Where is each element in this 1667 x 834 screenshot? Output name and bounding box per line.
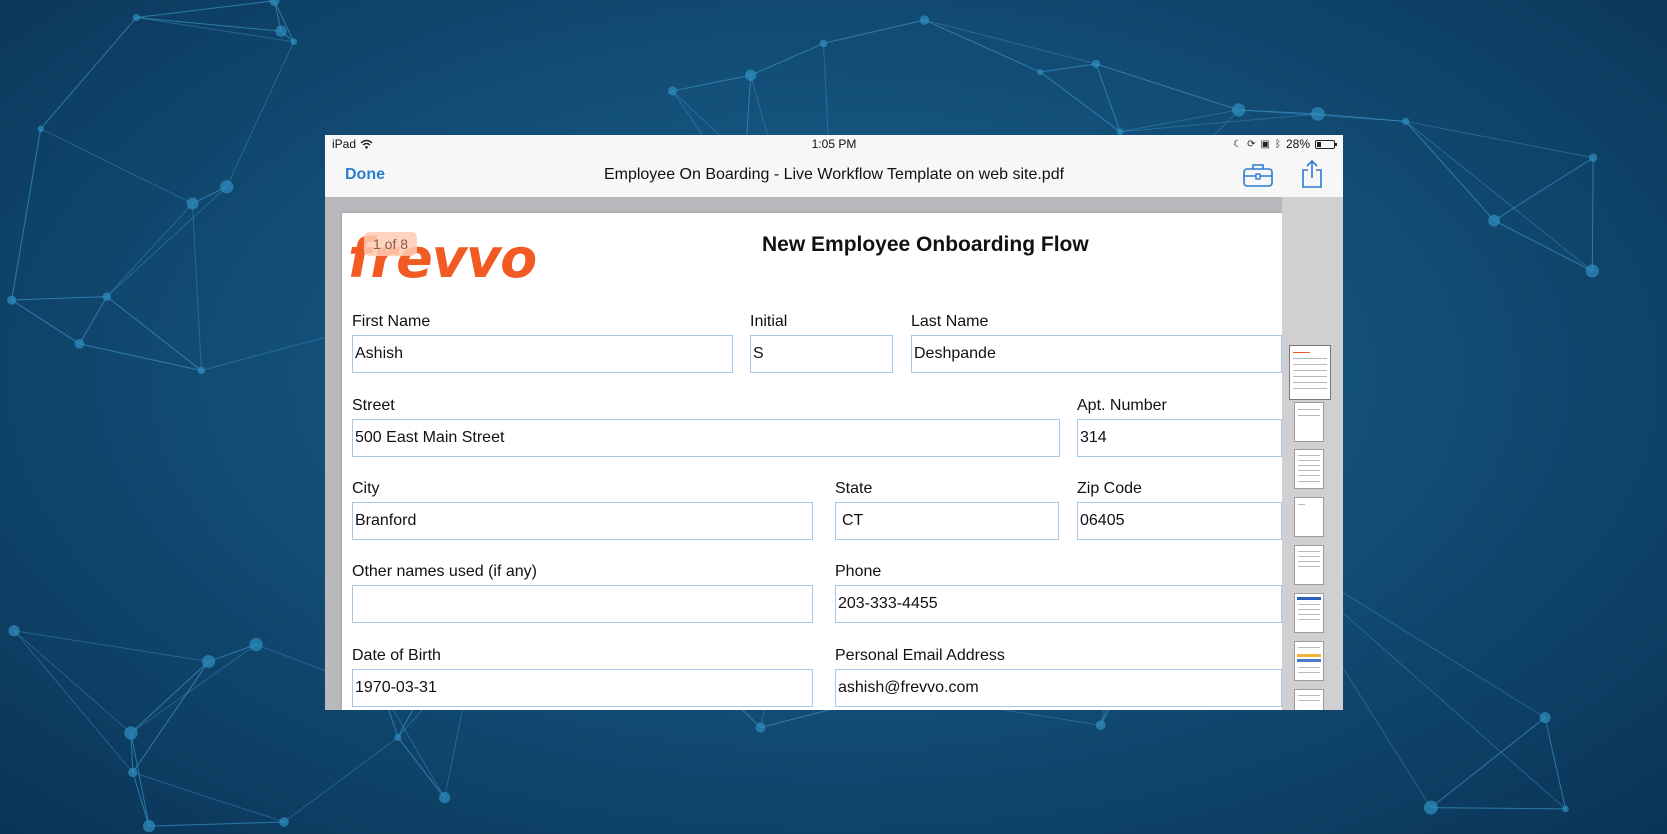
page-thumbnail-4[interactable]: [1294, 497, 1324, 537]
personal-email-field[interactable]: ashish@frevvo.com: [835, 669, 1282, 707]
status-bar: iPad 1:05 PM ☾ ⟳ ▣ ᛒ 28%: [325, 135, 1343, 153]
initial-label: Initial: [750, 313, 788, 330]
page-thumbnail-6[interactable]: [1294, 593, 1324, 633]
apt-number-label: Apt. Number: [1077, 397, 1167, 414]
page-thumbnail-7[interactable]: [1294, 641, 1324, 681]
page-thumbnail-5[interactable]: [1294, 545, 1324, 585]
toolbox-icon[interactable]: [1242, 160, 1274, 190]
pdf-viewer: 1 of 8 frevvo New Employee Onboarding Fl…: [325, 197, 1343, 710]
date-of-birth-field[interactable]: 1970-03-31: [352, 669, 813, 707]
bluetooth-icon: ᛒ: [1274, 138, 1281, 150]
state-label: State: [835, 480, 873, 497]
date-of-birth-label: Date of Birth: [352, 647, 441, 664]
ipad-screen: iPad 1:05 PM ☾ ⟳ ▣ ᛒ 28% Done Employee O…: [325, 135, 1343, 710]
last-name-label: Last Name: [911, 313, 989, 330]
phone-field[interactable]: 203-333-4455: [835, 585, 1282, 623]
street-label: Street: [352, 397, 395, 414]
last-name-field[interactable]: Deshpande: [911, 335, 1282, 373]
battery-percent: 28%: [1285, 137, 1310, 151]
zip-code-label: Zip Code: [1077, 480, 1142, 497]
navigation-bar: Done Employee On Boarding - Live Workflo…: [325, 153, 1343, 198]
moon-icon: ☾: [1233, 138, 1243, 150]
other-names-field[interactable]: [352, 585, 813, 623]
state-field[interactable]: CT: [835, 502, 1059, 540]
personal-email-label: Personal Email Address: [835, 647, 1005, 664]
done-button[interactable]: Done: [345, 166, 385, 184]
page-thumbnail-strip[interactable]: [1282, 197, 1343, 710]
other-names-label: Other names used (if any): [352, 563, 537, 580]
city-label: City: [352, 480, 380, 497]
first-name-field[interactable]: Ashish: [352, 335, 733, 373]
initial-field[interactable]: S: [750, 335, 893, 373]
street-field[interactable]: 500 East Main Street: [352, 419, 1060, 457]
status-time: 1:05 PM: [811, 137, 857, 151]
zip-code-field[interactable]: 06405: [1077, 502, 1282, 540]
airplay-icon: ▣: [1260, 138, 1270, 150]
apt-number-field[interactable]: 314: [1077, 419, 1282, 457]
document-title: Employee On Boarding - Live Workflow Tem…: [603, 166, 1065, 183]
lock-rotation-icon: ⟳: [1247, 138, 1256, 150]
page-thumbnail-8[interactable]: [1294, 689, 1324, 710]
form-title: New Employee Onboarding Flow: [762, 233, 1089, 256]
city-field[interactable]: Branford: [352, 502, 813, 540]
share-icon[interactable]: [1300, 159, 1324, 189]
battery-icon: [1315, 139, 1337, 149]
page-thumbnail-2[interactable]: [1294, 402, 1324, 442]
phone-label: Phone: [835, 563, 882, 580]
page-thumbnail-3[interactable]: [1294, 449, 1324, 489]
pdf-page[interactable]: 1 of 8 frevvo New Employee Onboarding Fl…: [342, 213, 1282, 710]
page-thumbnail-1[interactable]: [1289, 345, 1331, 400]
page-indicator: 1 of 8: [364, 232, 418, 256]
first-name-label: First Name: [352, 313, 431, 330]
